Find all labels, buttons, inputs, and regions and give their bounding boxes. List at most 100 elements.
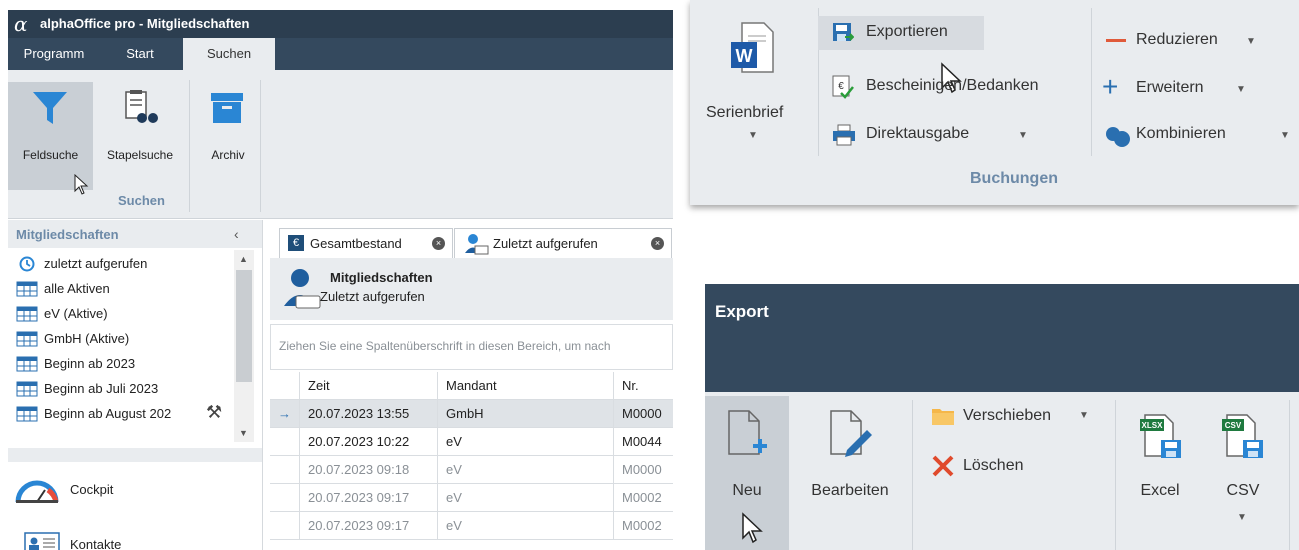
history-icon — [19, 256, 35, 272]
table-row[interactable]: 20.07.2023 10:22 eV M0044 — [270, 428, 673, 456]
cell-zeit: 20.07.2023 09:17 — [300, 512, 438, 539]
direktausgabe-label: Direktausgabe — [866, 125, 970, 142]
table-icon — [16, 381, 38, 397]
nav-kontakte[interactable]: Kontakte — [8, 530, 262, 550]
mouse-cursor-icon — [742, 512, 763, 544]
ribbon-divider — [1115, 400, 1116, 550]
feldsuche-label: Feldsuche — [22, 148, 79, 162]
menu-start[interactable]: Start — [100, 38, 180, 70]
list-item[interactable]: zuletzt aufgerufen — [16, 252, 232, 276]
cell-zeit: 20.07.2023 09:18 — [300, 456, 438, 483]
ribbon-divider — [912, 400, 913, 550]
list-item-label: Beginn ab August 202 — [44, 406, 172, 421]
list-item[interactable]: alle Aktiven — [16, 277, 232, 301]
export-ribbon: Export Neu Bearbeiten Verschieben ▼ Lösc… — [705, 284, 1299, 550]
nav-cockpit-label: Cockpit — [70, 482, 114, 497]
ribbon-divider — [1091, 8, 1092, 156]
neu-label: Neu — [732, 482, 762, 499]
folder-icon — [932, 409, 954, 425]
group-panel[interactable]: Ziehen Sie eine Spaltenüberschrift in di… — [270, 324, 673, 370]
tab-zuletzt-aufgerufen[interactable]: Zuletzt aufgerufen × — [454, 228, 672, 259]
list-item[interactable]: Beginn ab August 202 — [16, 402, 232, 426]
serienbrief-button[interactable]: W Serienbrief ▼ — [704, 18, 804, 158]
chevron-down-icon: ▼ — [748, 130, 758, 141]
bescheinigen-bedanken-button[interactable]: € Bescheinigen/Bedanken — [818, 70, 1088, 104]
feldsuche-button[interactable]: Feldsuche — [8, 82, 93, 195]
scrollbar-thumb[interactable] — [236, 270, 252, 382]
menu-programm[interactable]: Programm — [8, 38, 100, 70]
kombinieren-button[interactable]: Kombinieren ▼ — [1096, 118, 1296, 152]
exportieren-button[interactable]: Exportieren — [818, 16, 984, 50]
excel-export-button[interactable]: XLSX Excel — [1121, 396, 1199, 550]
ribbon-divider — [260, 80, 261, 212]
column-header-nr[interactable]: Nr. — [614, 372, 673, 399]
archiv-label: Archiv — [211, 148, 245, 162]
export-header: Export — [705, 284, 1299, 392]
table-row[interactable]: 20.07.2023 09:18 eV M0000 — [270, 456, 673, 484]
xlsx-badge-text: XLSX — [1142, 421, 1164, 430]
title-bar: α alphaOffice pro - Mitgliedschaften — [8, 10, 673, 38]
reduzieren-button[interactable]: Reduzieren ▼ — [1096, 24, 1276, 58]
menu-suchen[interactable]: Suchen — [183, 38, 275, 70]
neu-button[interactable]: Neu — [705, 396, 789, 550]
contact-card-icon — [24, 532, 60, 550]
table-row[interactable]: 20.07.2023 09:17 eV M0002 — [270, 512, 673, 540]
list-item-label: alle Aktiven — [44, 281, 110, 296]
scroll-down-icon[interactable]: ▼ — [239, 428, 248, 438]
person-recent-icon — [465, 234, 489, 255]
bearbeiten-label: Bearbeiten — [811, 482, 889, 499]
collapse-chevron-icon[interactable]: ‹ — [234, 226, 239, 242]
list-item[interactable]: GmbH (Aktive) — [16, 327, 232, 351]
left-panel-header: Mitgliedschaften ‹ — [8, 220, 262, 248]
cell-mandant: eV — [438, 428, 614, 455]
list-item[interactable]: Beginn ab 2023 — [16, 352, 232, 376]
stapelsuche-button[interactable]: Stapelsuche — [96, 82, 184, 190]
table-row[interactable]: 20.07.2023 09:17 eV M0002 — [270, 484, 673, 512]
ribbon: Feldsuche Stapelsuche Archiv Suchen — [8, 70, 673, 219]
table-row[interactable]: → 20.07.2023 13:55 GmbH M0000 — [270, 400, 673, 428]
export-title: Export — [715, 302, 769, 321]
list-item[interactable]: Beginn ab Juli 2023 — [16, 377, 232, 401]
loeschen-button[interactable]: Löschen — [925, 452, 1105, 482]
tab-gesamtbestand[interactable]: € Gesamtbestand × — [279, 228, 453, 259]
chevron-down-icon: ▼ — [1280, 130, 1290, 141]
tools-icon[interactable]: ⚒ — [206, 402, 222, 423]
archiv-button[interactable]: Archiv — [196, 82, 260, 190]
reduzieren-label: Reduzieren — [1136, 31, 1218, 48]
close-tab-icon[interactable]: × — [651, 237, 664, 250]
row-indicator — [270, 428, 300, 455]
nav-kontakte-label: Kontakte — [70, 537, 122, 550]
column-header-mandant[interactable]: Mandant — [438, 372, 614, 399]
cell-nr: M0002 — [622, 490, 662, 505]
row-indicator — [270, 456, 300, 483]
main-app-window: α alphaOffice pro - Mitgliedschaften Pro… — [8, 10, 673, 550]
nav-cockpit[interactable]: Cockpit — [8, 470, 262, 514]
xlsx-save-icon: XLSX — [1140, 414, 1181, 458]
group-panel-hint: Ziehen Sie eine Spaltenüberschrift in di… — [279, 339, 611, 353]
list-item[interactable]: eV (Aktive) — [16, 302, 232, 326]
left-panel-scrollbar[interactable]: ▲ ▼ — [234, 250, 254, 442]
close-tab-icon[interactable]: × — [432, 237, 445, 250]
csv-export-button[interactable]: CSV CSV ▼ — [1205, 396, 1281, 550]
stapelsuche-label: Stapelsuche — [106, 148, 174, 162]
chevron-down-icon: ▼ — [1079, 410, 1089, 421]
table-icon — [16, 281, 38, 297]
new-document-icon — [728, 410, 767, 455]
column-header-zeit[interactable]: Zeit — [300, 372, 438, 399]
verschieben-button[interactable]: Verschieben ▼ — [925, 402, 1105, 432]
menu-bar: Programm Start Suchen — [8, 38, 673, 70]
cell-mandant: eV — [438, 484, 614, 511]
direktausgabe-button[interactable]: Direktausgabe ▼ — [818, 118, 1038, 152]
bearbeiten-button[interactable]: Bearbeiten — [795, 396, 905, 550]
table-icon — [16, 406, 38, 422]
plus-icon: + — [1102, 71, 1119, 102]
person-recent-icon — [284, 269, 321, 309]
printer-icon — [833, 124, 855, 146]
csv-label: CSV — [1226, 482, 1260, 499]
left-panel: Mitgliedschaften ‹ ▲ ▼ zuletzt aufgerufe… — [8, 220, 263, 550]
buchungen-ribbon: W Serienbrief ▼ Exportieren € Bescheinig… — [690, 0, 1299, 205]
scroll-up-icon[interactable]: ▲ — [239, 254, 248, 264]
svg-text:€: € — [838, 81, 844, 92]
erweitern-button[interactable]: + Erweitern ▼ — [1096, 72, 1276, 106]
table-icon — [16, 306, 38, 322]
